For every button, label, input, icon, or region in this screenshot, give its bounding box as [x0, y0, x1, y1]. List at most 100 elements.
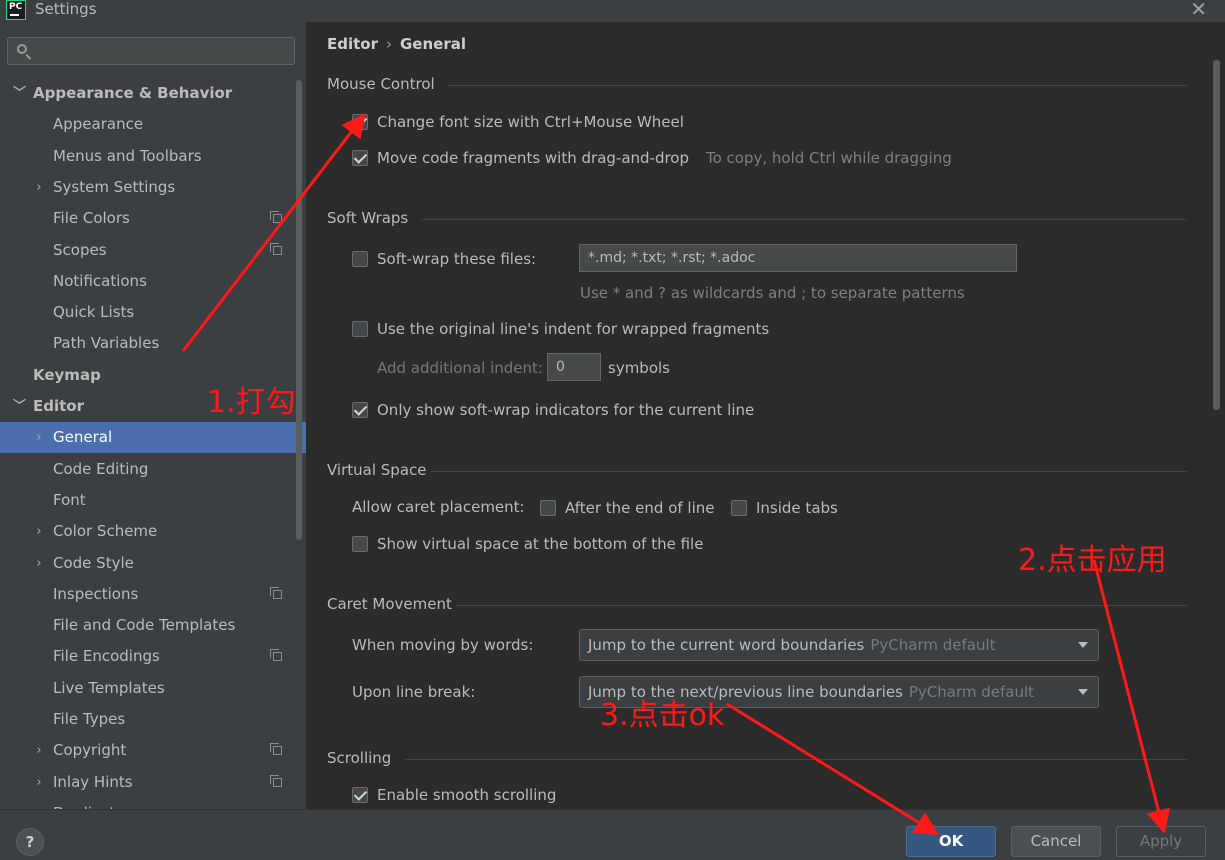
chevron-down-icon[interactable]: ﹀: [13, 78, 26, 109]
by-words-dropdown[interactable]: Jump to the current word boundaries PyCha…: [579, 629, 1099, 661]
by-words-default: PyCharm default: [870, 636, 996, 654]
apply-button[interactable]: Apply: [1116, 826, 1206, 857]
sidebar-item-label: File Types: [53, 710, 126, 728]
section-divider: [431, 471, 1187, 472]
sidebar-item-label: Inlay Hints: [53, 772, 133, 791]
sidebar-item[interactable]: Menus and Toolbars: [0, 141, 306, 172]
sidebar-item[interactable]: › System Settings: [0, 172, 306, 203]
project-scope-icon: [270, 743, 282, 756]
additional-indent-unit: symbols: [608, 359, 670, 377]
sidebar-item-label: Appearance & Behavior: [33, 84, 233, 102]
sidebar-item[interactable]: › Code Style: [0, 548, 306, 579]
caret-placement-label: Allow caret placement:: [352, 498, 525, 516]
sidebar-item-label: Keymap: [33, 365, 101, 384]
sidebar-item[interactable]: › Copyright: [0, 735, 306, 766]
virtual-space-bottom-checkbox[interactable]: [352, 536, 368, 552]
sidebar-item[interactable]: Quick Lists: [0, 297, 306, 328]
ctrl-wheel-checkbox[interactable]: [352, 114, 368, 130]
soft-wrap-files-input[interactable]: [579, 244, 1017, 272]
sidebar-item[interactable]: Appearance: [0, 109, 306, 140]
line-break-label: Upon line break:: [352, 683, 476, 701]
breadcrumb-separator: ›: [386, 35, 392, 53]
drag-drop-checkbox[interactable]: [352, 150, 368, 166]
sidebar-item-label: Duplicates: [53, 798, 132, 809]
sidebar-item[interactable]: Code Editing: [0, 454, 306, 485]
sidebar-item[interactable]: Font: [0, 485, 306, 516]
inside-tabs-label: Inside tabs: [756, 499, 838, 517]
additional-indent-input[interactable]: [547, 353, 601, 381]
section-divider: [457, 605, 1187, 606]
sidebar-item-label: Menus and Toolbars: [53, 146, 202, 165]
after-end-checkbox[interactable]: [540, 500, 556, 516]
sidebar-item[interactable]: File Encodings: [0, 641, 306, 672]
chevron-down-icon: [1078, 689, 1088, 695]
inside-tabs-checkbox[interactable]: [731, 500, 747, 516]
cancel-button[interactable]: Cancel: [1011, 826, 1101, 857]
sidebar-scrollbar[interactable]: [296, 80, 302, 540]
breadcrumb-parent[interactable]: Editor: [327, 35, 378, 53]
section-virtual-space: Virtual Space: [327, 461, 427, 479]
smooth-scrolling-checkbox[interactable]: [352, 787, 368, 803]
close-icon[interactable]: ✕: [1190, 0, 1207, 21]
sidebar-item-label: Copyright: [53, 741, 127, 760]
sidebar-item[interactable]: File Types: [0, 704, 306, 735]
sidebar-item-label: Notifications: [53, 271, 147, 290]
sidebar-item-label: File Encodings: [53, 647, 160, 666]
sidebar-item-label: Quick Lists: [53, 303, 135, 322]
sidebar-item-label: Font: [53, 490, 86, 509]
chevron-right-icon[interactable]: ›: [33, 172, 45, 203]
sidebar-item[interactable]: Scopes: [0, 235, 306, 266]
section-mouse-control: Mouse Control: [327, 75, 435, 93]
ok-button[interactable]: OK: [906, 826, 996, 857]
chevron-right-icon[interactable]: ›: [33, 516, 45, 547]
sidebar-item-label: Appearance: [53, 115, 144, 134]
sidebar-item[interactable]: › Color Scheme: [0, 516, 306, 547]
sidebar-item-label: Live Templates: [53, 678, 165, 697]
project-scope-icon: [270, 211, 282, 224]
soft-wrap-indicators-checkbox[interactable]: [352, 402, 368, 418]
sidebar-item-label: General: [53, 428, 113, 447]
sidebar-item[interactable]: Notifications: [0, 266, 306, 297]
soft-wrap-files-checkbox[interactable]: [352, 251, 368, 267]
line-break-default: PyCharm default: [908, 683, 1035, 701]
project-scope-icon: [270, 586, 282, 599]
annotation-step1: 1.打勾: [207, 385, 296, 420]
ctrl-wheel-label: Change font size with Ctrl+Mouse Wheel: [377, 113, 684, 131]
soft-wrap-files-hint: Use * and ? as wildcards and ; to separa…: [580, 284, 965, 302]
breadcrumb: Editor › General: [327, 35, 466, 53]
chevron-down-icon[interactable]: ﹀: [13, 391, 26, 422]
content-scrollbar[interactable]: [1213, 60, 1220, 410]
sidebar-item[interactable]: Live Templates: [0, 673, 306, 704]
chevron-right-icon[interactable]: ›: [33, 735, 45, 766]
sidebar-item[interactable]: File Colors: [0, 203, 306, 234]
sidebar-item[interactable]: Duplicates: [0, 798, 306, 809]
sidebar-item-label: Inspections: [53, 584, 139, 603]
sidebar-item[interactable]: Inspections: [0, 579, 306, 610]
sidebar-item[interactable]: Path Variables: [0, 328, 306, 359]
project-scope-icon: [270, 774, 282, 787]
sidebar-item-label: Editor: [33, 397, 84, 415]
project-scope-icon: [270, 649, 282, 662]
sidebar-item[interactable]: ﹀ Appearance & Behavior: [0, 78, 306, 109]
breadcrumb-current: General: [400, 35, 466, 53]
sidebar-item-label: File Colors: [53, 209, 130, 228]
help-button[interactable]: ?: [16, 828, 44, 856]
sidebar-item-label: Color Scheme: [53, 522, 158, 541]
pycharm-logo-icon: PC: [6, 0, 26, 20]
section-soft-wraps: Soft Wraps: [327, 209, 409, 227]
sidebar-item[interactable]: › Inlay Hints: [0, 767, 306, 798]
after-end-label: After the end of line: [565, 499, 715, 517]
section-scrolling: Scrolling: [327, 749, 392, 767]
additional-indent-label: Add additional indent:: [377, 359, 543, 377]
search-input[interactable]: [36, 40, 290, 64]
sidebar-item[interactable]: File and Code Templates: [0, 610, 306, 641]
chevron-right-icon[interactable]: ›: [33, 767, 45, 798]
original-indent-checkbox[interactable]: [352, 321, 368, 337]
sidebar-item[interactable]: › General: [0, 422, 306, 454]
chevron-right-icon[interactable]: ›: [33, 422, 45, 453]
chevron-right-icon[interactable]: ›: [33, 548, 45, 579]
sidebar-item-label: Path Variables: [53, 334, 160, 353]
section-divider: [405, 759, 1187, 760]
virtual-space-bottom-label: Show virtual space at the bottom of the …: [377, 535, 704, 553]
search-box[interactable]: [7, 37, 295, 65]
